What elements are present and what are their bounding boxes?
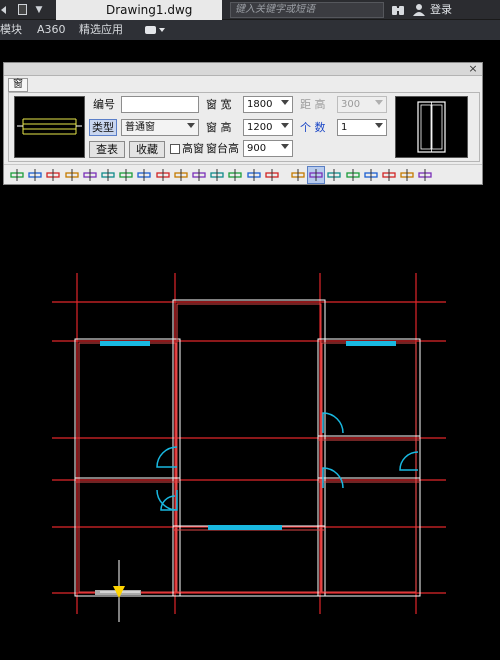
window-icon[interactable] [307,166,326,184]
login-button[interactable]: 登录 [430,0,452,20]
window-center [208,525,282,530]
quick-access-dropdown-icon[interactable]: ▼ [30,0,48,20]
distance-value: 300 [341,99,361,110]
door-icon[interactable] [290,167,306,183]
count-label: 个 数 [300,121,326,134]
high-window-label: 高窗 [182,142,204,155]
insert-trapezoid-icon[interactable] [209,167,225,183]
type-select[interactable]: 普通窗 [121,119,199,136]
door-center-left-lower [156,489,178,511]
insert-arc-wall-icon[interactable] [191,167,207,183]
wall-center-rooms [172,299,326,597]
insert-by-axis-icon[interactable] [100,167,116,183]
new-document-icon[interactable] [18,4,27,15]
insert-freely-icon[interactable] [9,167,25,183]
binoculars-icon[interactable] [391,3,405,16]
door-window-icon[interactable] [326,167,342,183]
window-width-field[interactable]: 1800 [243,96,293,113]
number-label: 编号 [93,98,115,111]
insert-side-icon[interactable] [264,167,280,183]
window-height-label: 窗 高 [206,121,232,134]
chevron-down-icon [375,123,383,128]
insert-full-wall-icon[interactable] [136,167,152,183]
tab-a360[interactable]: A360 [37,20,66,40]
insert-by-wall-endpoint-icon[interactable] [118,167,134,183]
door-right-side [399,451,419,471]
hole-icon[interactable] [399,167,415,183]
title-bar: ▼ Drawing1.dwg 键入关键字或短语 登录 [0,0,500,20]
window-height-value: 1200 [247,122,273,133]
collect-button[interactable]: 收藏 [129,141,165,158]
window-width-label: 窗 宽 [206,98,232,111]
corner-window-icon[interactable] [417,167,433,183]
wall-right-rooms-inner [321,342,417,593]
arc-window-icon[interactable] [345,167,361,183]
close-icon[interactable]: × [467,63,479,75]
ribbon-tab-bar: 模块 A360 精选应用 [0,20,500,40]
tab-window[interactable]: 窗 [8,78,28,92]
sill-height-field[interactable]: 900 [243,140,293,157]
sill-height-label: 窗台高 [206,142,239,155]
wall-right-rooms [317,338,421,597]
dialog-header[interactable]: × [4,63,482,76]
insert-pen-icon[interactable] [227,167,243,183]
insert-center-icon[interactable] [64,167,80,183]
insert-door-window-icon[interactable] [173,167,189,183]
high-window-checkbox[interactable] [170,144,180,154]
bay-window-icon[interactable] [381,167,397,183]
number-combobox[interactable] [121,96,199,113]
ribbon-toggle-icon[interactable] [145,25,167,35]
door-right-upper [322,412,344,434]
insert-mode-toolbar [4,164,482,184]
window-top-right [346,341,396,346]
chevron-down-icon [281,100,289,105]
arch-icon[interactable] [363,167,379,183]
window-height-field[interactable]: 1200 [243,119,293,136]
sill-height-value: 900 [247,143,267,154]
chevron-down-icon [281,123,289,128]
window-width-value: 1800 [247,99,273,110]
drawing-canvas[interactable] [0,185,500,660]
tab-modules[interactable]: 模块 [0,20,22,40]
window-elevation-preview [395,96,468,158]
chevron-down-icon [187,123,195,128]
window-top-left [100,341,150,346]
count-value: 1 [341,122,348,133]
window-dialog: × 窗 编号 窗 宽 1800 距 高 300 类型 普通窗 窗 高 1200 … [3,62,483,185]
window-plan-preview [14,96,85,158]
insert-equal-split-icon[interactable] [45,167,61,183]
lookup-table-button[interactable]: 查表 [89,141,125,158]
insert-along-wall-icon[interactable] [27,167,43,183]
wall-center-rooms-inner [176,303,322,593]
chevron-down-icon [375,100,383,105]
count-field[interactable]: 1 [337,119,387,136]
door-center-left-upper [156,446,178,468]
search-input[interactable]: 键入关键字或短语 [230,2,384,18]
floor-plan [52,273,446,622]
document-title: Drawing1.dwg [56,0,222,20]
user-icon[interactable] [413,3,425,16]
ribbon-panel [0,40,500,62]
distance-field[interactable]: 300 [337,96,387,113]
chevron-down-icon [281,144,289,149]
app-menu-icon[interactable] [0,0,14,20]
tab-featured-apps[interactable]: 精选应用 [79,20,123,40]
insert-at-corner-icon[interactable] [82,167,98,183]
distance-label: 距 高 [300,98,326,111]
insert-pick-icon[interactable] [246,167,262,183]
type-button[interactable]: 类型 [89,119,117,136]
insert-at-position-icon[interactable] [155,167,171,183]
type-value: 普通窗 [125,122,155,133]
